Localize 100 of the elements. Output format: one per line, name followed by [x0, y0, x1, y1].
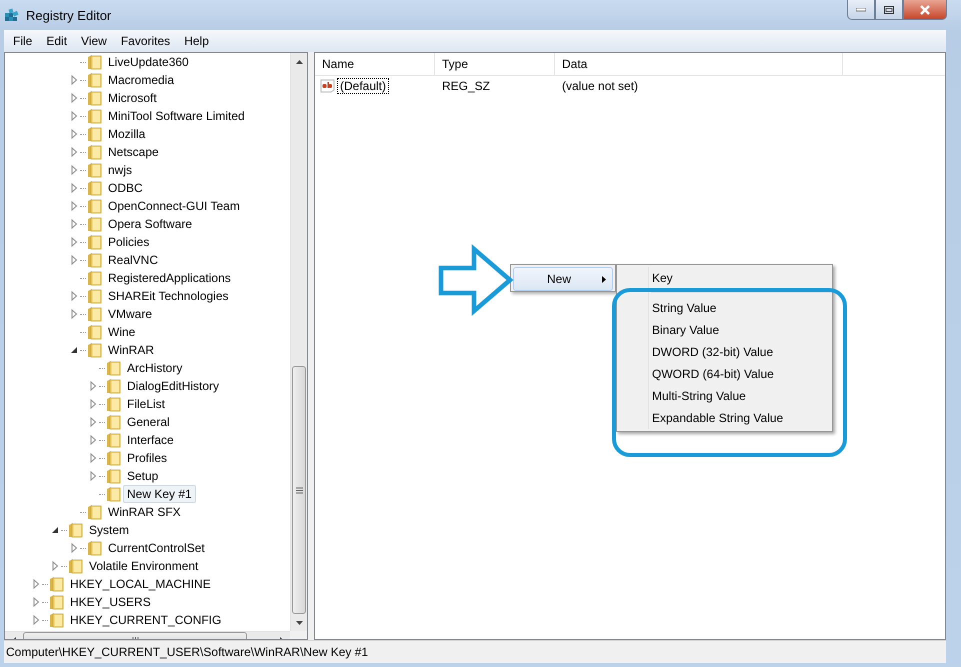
- tree-item[interactable]: Opera Software: [104, 215, 196, 233]
- tree-item[interactable]: VMware: [104, 305, 156, 323]
- folder-icon: [106, 414, 121, 430]
- tree-item[interactable]: OpenConnect-GUI Team: [104, 197, 244, 215]
- tree-item[interactable]: General: [123, 413, 174, 431]
- expand-icon[interactable]: [69, 183, 79, 193]
- scrollbar-thumb[interactable]: [292, 366, 306, 614]
- tree-item[interactable]: New Key #1: [123, 485, 196, 503]
- expand-icon[interactable]: [88, 453, 98, 463]
- expand-icon[interactable]: [69, 111, 79, 121]
- expand-icon[interactable]: [69, 309, 79, 319]
- collapse-icon[interactable]: [50, 525, 60, 535]
- folder-icon: [49, 576, 64, 592]
- tree-item[interactable]: Profiles: [123, 449, 172, 467]
- tree-item[interactable]: ODBC: [104, 179, 147, 197]
- expand-icon[interactable]: [50, 561, 60, 571]
- tree-item[interactable]: Macromedia: [104, 71, 178, 89]
- tree-item[interactable]: MiniTool Software Limited: [104, 107, 249, 125]
- expand-icon[interactable]: [88, 381, 98, 391]
- minimize-button[interactable]: [847, 0, 875, 20]
- expand-icon[interactable]: [69, 543, 79, 553]
- menu-item[interactable]: Help: [177, 32, 216, 50]
- menu-item[interactable]: Multi-String Value: [619, 385, 830, 407]
- string-value-icon: [320, 79, 336, 93]
- expand-icon[interactable]: [69, 147, 79, 157]
- expand-icon[interactable]: [69, 291, 79, 301]
- expand-icon[interactable]: [69, 75, 79, 85]
- menu-item[interactable]: View: [74, 32, 114, 50]
- expand-icon[interactable]: [69, 129, 79, 139]
- folder-icon: [106, 468, 121, 484]
- folder-icon: [87, 126, 102, 142]
- tree-item[interactable]: CurrentControlSet: [104, 539, 209, 557]
- tree-item[interactable]: ArcHistory: [123, 359, 186, 377]
- expand-icon[interactable]: [69, 219, 79, 229]
- expand-icon[interactable]: [31, 615, 41, 625]
- window-title: Registry Editor: [26, 8, 112, 22]
- menu-item[interactable]: Expandable String Value: [619, 407, 830, 429]
- tree-item[interactable]: Wine: [104, 323, 140, 341]
- menu-item[interactable]: DWORD (32-bit) Value: [619, 341, 830, 363]
- tree-item[interactable]: FileList: [123, 395, 170, 413]
- expand-icon[interactable]: [31, 597, 41, 607]
- expand-icon[interactable]: [69, 255, 79, 265]
- menu-item[interactable]: Key: [619, 267, 830, 289]
- menu-item[interactable]: File: [6, 32, 40, 50]
- expand-icon[interactable]: [88, 435, 98, 445]
- tree-item[interactable]: Microsoft: [104, 89, 161, 107]
- tree-item[interactable]: Volatile Environment: [85, 557, 202, 575]
- vertical-scrollbar[interactable]: [290, 53, 307, 631]
- tree-item[interactable]: HKEY_CURRENT_CONFIG: [66, 611, 226, 629]
- menu-item[interactable]: Favorites: [114, 32, 178, 50]
- registry-icon: [4, 7, 20, 23]
- tree-item[interactable]: Policies: [104, 233, 154, 251]
- tree-item[interactable]: Netscape: [104, 143, 163, 161]
- folder-icon: [87, 54, 102, 70]
- tree-item[interactable]: nwjs: [104, 161, 136, 179]
- tree-item[interactable]: WinRAR: [104, 341, 158, 359]
- folder-icon: [87, 306, 102, 322]
- expand-icon[interactable]: [88, 471, 98, 481]
- folder-icon: [87, 234, 102, 250]
- minimize-icon: [856, 8, 866, 12]
- menu-item[interactable]: Binary Value: [619, 319, 830, 341]
- tree-item[interactable]: LiveUpdate360: [104, 53, 193, 71]
- folder-icon: [87, 288, 102, 304]
- folder-icon: [106, 378, 121, 394]
- expand-icon[interactable]: [88, 399, 98, 409]
- tree-item[interactable]: Interface: [123, 431, 178, 449]
- maximize-button[interactable]: [875, 0, 903, 20]
- expand-icon[interactable]: [31, 579, 41, 589]
- menu-item[interactable]: QWORD (64-bit) Value: [619, 363, 830, 385]
- folder-icon: [49, 612, 64, 628]
- tree-item[interactable]: DialogEditHistory: [123, 377, 224, 395]
- collapse-icon[interactable]: [69, 345, 79, 355]
- folder-icon: [87, 252, 102, 268]
- tree-item[interactable]: RegisteredApplications: [104, 269, 235, 287]
- folder-icon: [106, 396, 121, 412]
- tree-item[interactable]: HKEY_LOCAL_MACHINE: [66, 575, 215, 593]
- scroll-up-icon[interactable]: [296, 60, 302, 64]
- tree-item[interactable]: RealVNC: [104, 251, 162, 269]
- folder-icon: [87, 324, 102, 340]
- tree-item[interactable]: System: [85, 521, 134, 539]
- expand-icon[interactable]: [69, 93, 79, 103]
- folder-icon: [87, 198, 102, 214]
- folder-icon: [106, 432, 121, 448]
- menu-item[interactable]: Edit: [39, 32, 74, 50]
- value-name[interactable]: (Default): [337, 78, 390, 94]
- expand-icon[interactable]: [69, 201, 79, 211]
- menu-item[interactable]: New: [513, 267, 613, 291]
- scroll-down-icon[interactable]: [296, 620, 302, 624]
- tree-item[interactable]: WinRAR SFX: [104, 503, 185, 521]
- expand-icon[interactable]: [69, 165, 79, 175]
- tree-item[interactable]: HKEY_USERS: [66, 593, 155, 611]
- menu-item[interactable]: String Value: [619, 297, 830, 319]
- folder-icon: [106, 486, 121, 502]
- expand-icon[interactable]: [88, 417, 98, 427]
- value-type: REG_SZ: [441, 79, 492, 93]
- expand-icon[interactable]: [69, 237, 79, 247]
- tree-item[interactable]: Setup: [123, 467, 162, 485]
- tree-item[interactable]: SHAREit Technologies: [104, 287, 233, 305]
- close-button[interactable]: [903, 0, 947, 20]
- tree-item[interactable]: Mozilla: [104, 125, 150, 143]
